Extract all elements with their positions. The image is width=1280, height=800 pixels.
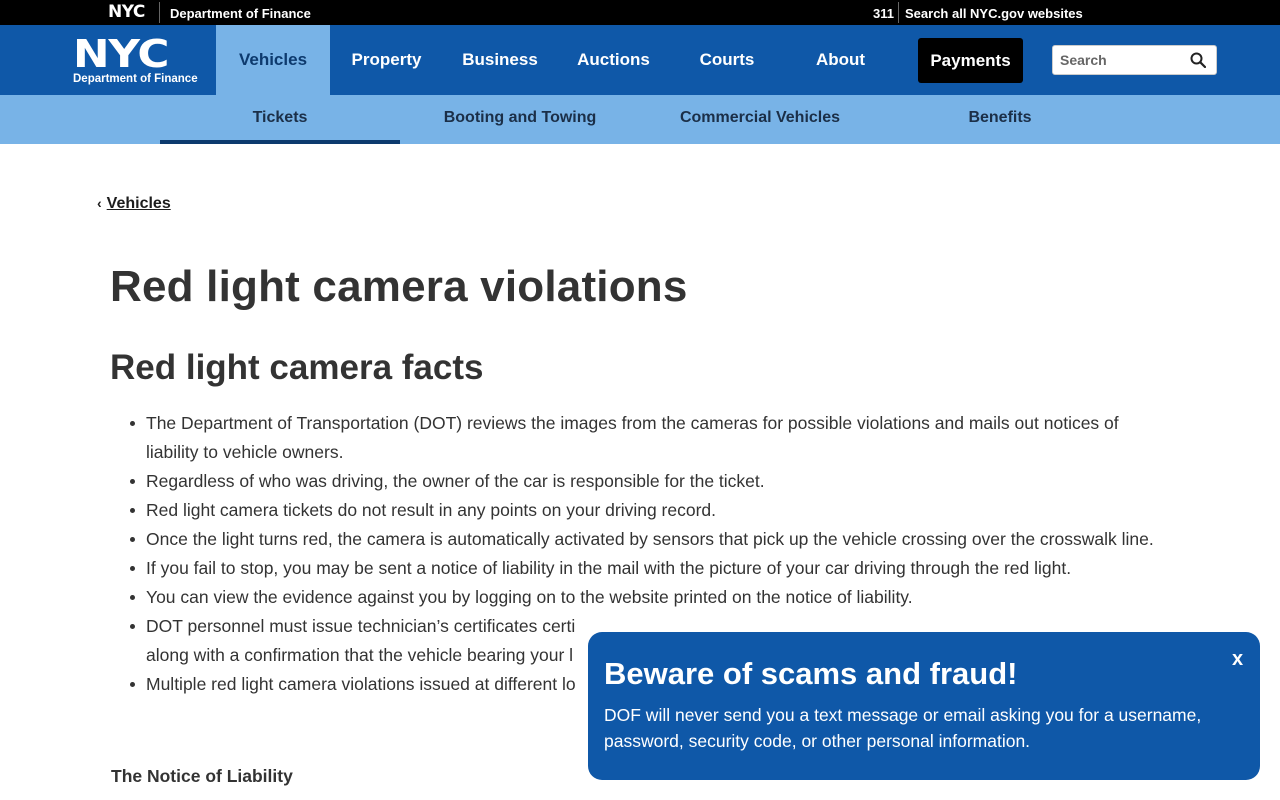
close-button[interactable]: x (1232, 648, 1243, 671)
list-item: You can view the evidence against you by… (130, 583, 1166, 612)
popup-body: DOF will never send you a text message o… (604, 705, 1202, 751)
search-box (1052, 45, 1217, 75)
nav-business[interactable]: Business (443, 25, 557, 95)
divider (898, 2, 899, 23)
subnav-booting-towing[interactable]: Booting and Towing (400, 95, 640, 144)
logo-nyc: NYC (73, 32, 169, 76)
subnav-benefits[interactable]: Benefits (880, 95, 1120, 144)
main-nav: NYC Department of Finance Vehicles Prope… (0, 25, 1280, 95)
department-link[interactable]: Department of Finance (170, 6, 311, 21)
subnav-commercial-vehicles[interactable]: Commercial Vehicles (640, 95, 880, 144)
breadcrumb: ‹ Vehicles (97, 195, 171, 213)
notice-of-liability-heading[interactable]: The Notice of Liability (111, 766, 293, 787)
nav-property[interactable]: Property (330, 25, 443, 95)
chevron-left-icon: ‹ (97, 195, 102, 211)
nav-auctions[interactable]: Auctions (557, 25, 670, 95)
divider (159, 2, 160, 23)
search-input[interactable] (1060, 52, 1180, 68)
311-link[interactable]: 311 (873, 6, 894, 21)
magnifier-icon[interactable] (1190, 52, 1206, 68)
section-title: Red light camera facts (110, 348, 484, 387)
nav-vehicles[interactable]: Vehicles (216, 25, 330, 95)
nyc-mini-logo[interactable]: NYC (108, 2, 145, 22)
nav-courts[interactable]: Courts (670, 25, 784, 95)
subnav-tickets[interactable]: Tickets (160, 95, 400, 144)
list-item: If you fail to stop, you may be sent a n… (130, 554, 1166, 583)
scam-alert-popup: Beware of scams and fraud! x DOF will ne… (588, 632, 1260, 780)
search-all-link[interactable]: Search all NYC.gov websites (905, 6, 1083, 21)
list-item: Regardless of who was driving, the owner… (130, 467, 1166, 496)
list-item-text: along with a confirmation that the vehic… (146, 645, 574, 665)
utility-bar: NYC Department of Finance 311 Search all… (0, 0, 1280, 25)
popup-title: Beware of scams and fraud! (604, 656, 1018, 691)
page-title: Red light camera violations (110, 262, 688, 311)
dof-logo[interactable]: NYC Department of Finance (73, 35, 213, 85)
list-item: Red light camera tickets do not result i… (130, 496, 1166, 525)
list-item: Once the light turns red, the camera is … (130, 525, 1166, 554)
breadcrumb-vehicles-link[interactable]: Vehicles (107, 195, 171, 212)
list-item: The Department of Transportation (DOT) r… (130, 409, 1166, 467)
sub-nav: Tickets Booting and Towing Commercial Ve… (0, 95, 1280, 144)
nav-about[interactable]: About (784, 25, 897, 95)
payments-button[interactable]: Payments (918, 38, 1023, 83)
